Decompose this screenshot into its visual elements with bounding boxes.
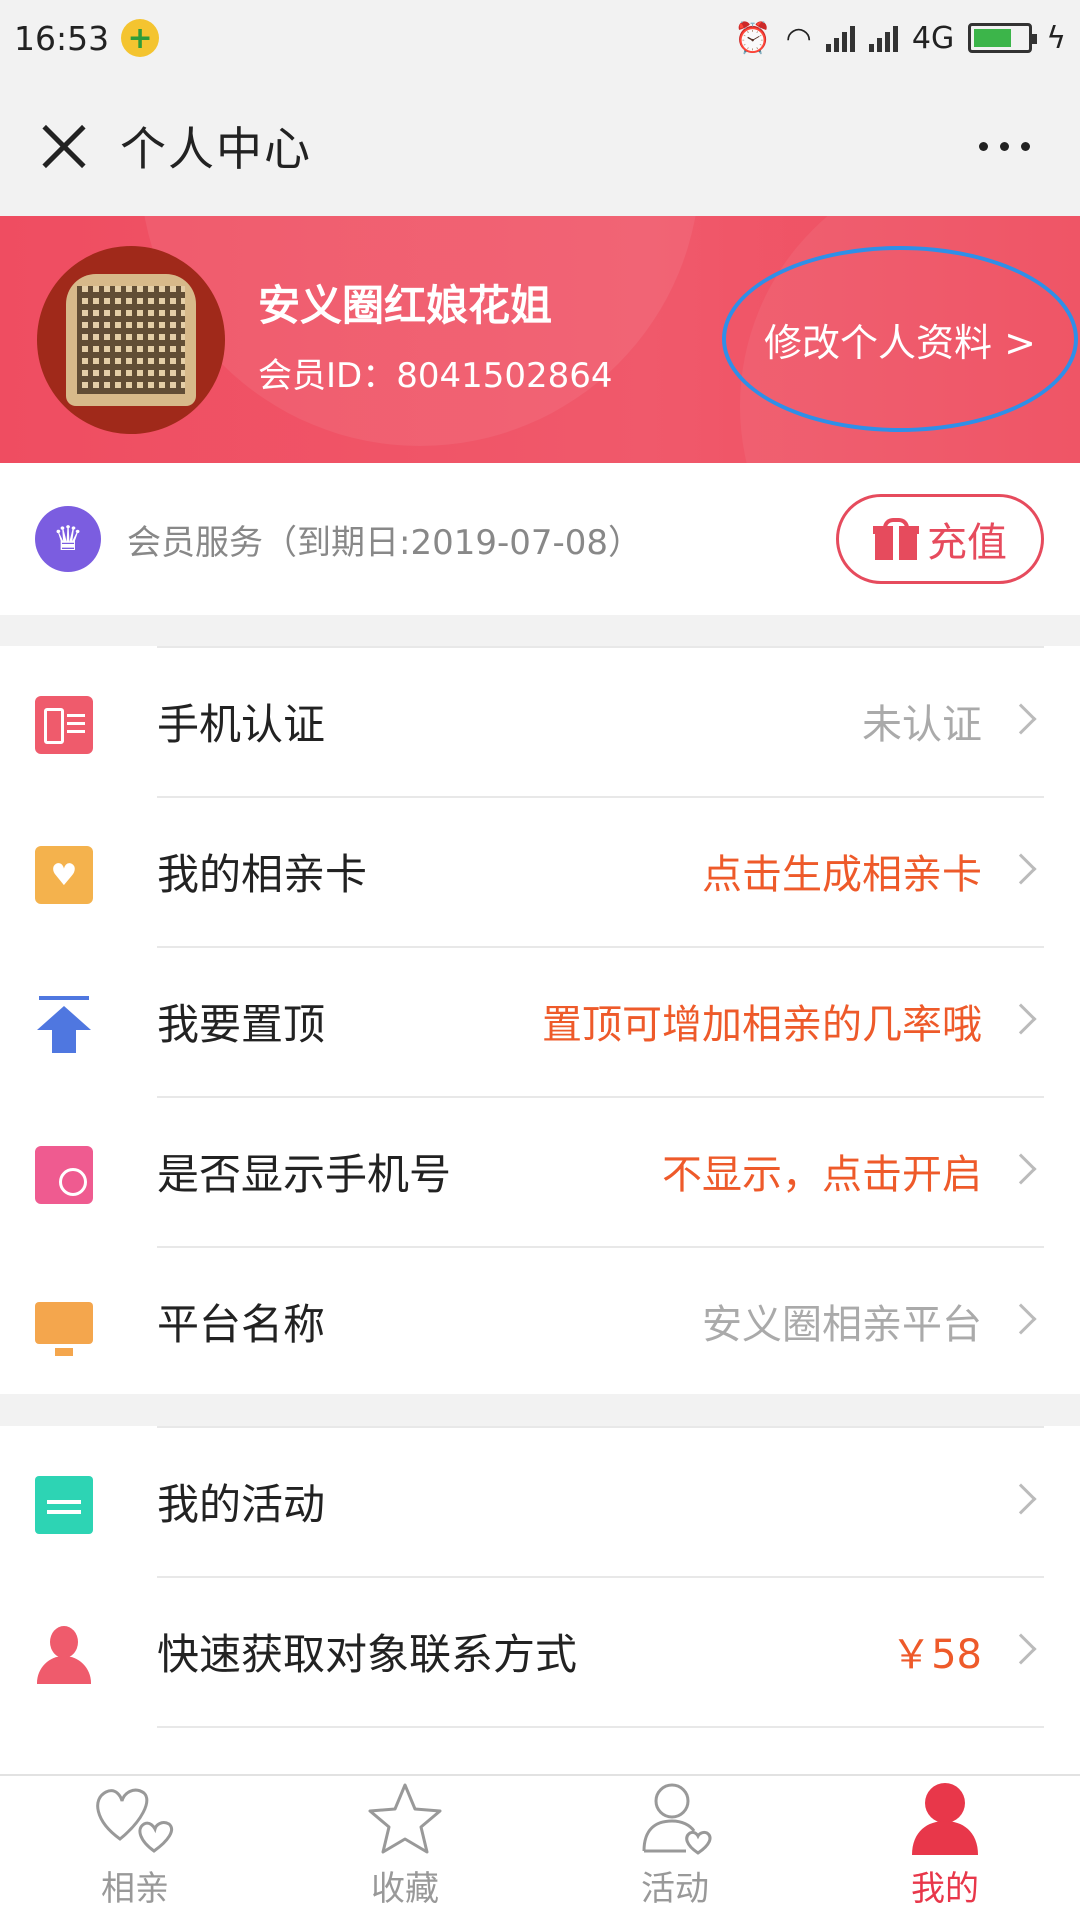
list-item-value: 点击生成相亲卡 bbox=[702, 852, 982, 898]
tab-dating[interactable]: 相亲 bbox=[0, 1776, 270, 1920]
hearts-icon bbox=[96, 1788, 174, 1853]
list-item-value: 置顶可增加相亲的几率哦 bbox=[542, 1002, 982, 1048]
calendar-icon bbox=[35, 1476, 93, 1534]
chevron-right-icon bbox=[1005, 1153, 1037, 1185]
charging-icon: ϟ bbox=[1046, 20, 1066, 56]
list-item-value: 不显示，点击开启 bbox=[662, 1152, 982, 1198]
list-item-label: 手机认证 bbox=[157, 699, 326, 749]
battery-icon bbox=[968, 23, 1038, 53]
pin-top-icon bbox=[35, 996, 93, 1054]
tab-activities[interactable]: 活动 bbox=[540, 1776, 810, 1920]
title-bar: 个人中心 bbox=[0, 76, 1080, 216]
status-time: 16:53 bbox=[14, 18, 110, 58]
list-item-label: 我要置顶 bbox=[157, 999, 326, 1049]
profile-header: 安义圈红娘花姐 会员ID：8041502864 修改个人资料 > bbox=[0, 216, 1080, 463]
tab-label: 活动 bbox=[641, 1869, 709, 1909]
user-heart-icon bbox=[642, 1783, 712, 1855]
list-item-show-phone[interactable]: 是否显示手机号 不显示，点击开启 bbox=[0, 1096, 1080, 1246]
notification-icon: + bbox=[121, 19, 160, 57]
person-icon bbox=[35, 1626, 93, 1684]
signal-icon bbox=[825, 24, 855, 52]
settings-list: 手机认证 未认证 ♥ 我的相亲卡 点击生成相亲卡 我要置顶 置顶可增加相亲的几率… bbox=[0, 646, 1080, 1394]
list-item-pin-top[interactable]: 我要置顶 置顶可增加相亲的几率哦 bbox=[0, 946, 1080, 1096]
membership-text: 会员服务（到期日:2019-07-08） bbox=[127, 522, 643, 563]
chevron-right-icon bbox=[1005, 703, 1037, 735]
edit-profile-button[interactable]: 修改个人资料 > bbox=[722, 246, 1078, 432]
edit-profile-label: 修改个人资料 > bbox=[764, 320, 1036, 365]
list-item-value: 未认证 bbox=[862, 702, 982, 748]
gift-icon bbox=[873, 518, 919, 560]
tab-favorites[interactable]: 收藏 bbox=[270, 1776, 540, 1920]
list-item-value: ￥58 bbox=[891, 1632, 982, 1678]
chevron-right-icon bbox=[1005, 1003, 1037, 1035]
list-item-my-activities[interactable]: 我的活动 bbox=[0, 1426, 1080, 1576]
chevron-right-icon bbox=[1005, 1303, 1037, 1335]
certificate-icon bbox=[35, 1302, 93, 1356]
member-id: 会员ID：8041502864 bbox=[258, 356, 613, 396]
list-item-label: 平台名称 bbox=[157, 1299, 326, 1349]
phone-card-icon bbox=[35, 696, 93, 754]
close-icon[interactable] bbox=[20, 96, 120, 196]
membership-row[interactable]: ♛ 会员服务（到期日:2019-07-08） 充值 bbox=[0, 463, 1080, 615]
network-type: 4G bbox=[911, 20, 955, 56]
tab-label: 收藏 bbox=[371, 1869, 439, 1909]
chevron-right-icon bbox=[1005, 853, 1037, 885]
tab-label: 我的 bbox=[911, 1869, 979, 1909]
avatar-image bbox=[66, 274, 196, 406]
recharge-label: 充值 bbox=[927, 520, 1007, 566]
page-title: 个人中心 bbox=[120, 122, 312, 176]
avatar[interactable] bbox=[37, 246, 225, 434]
list-item-value: 安义圈相亲平台 bbox=[702, 1302, 982, 1348]
list-item-platform-name[interactable]: 平台名称 安义圈相亲平台 bbox=[0, 1246, 1080, 1396]
wifi-icon: ◠ bbox=[785, 20, 812, 56]
list-item-label: 快速获取对象联系方式 bbox=[157, 1629, 578, 1679]
list-item-phone-verify[interactable]: 手机认证 未认证 bbox=[0, 646, 1080, 796]
alarm-icon: ⏰ bbox=[734, 20, 772, 56]
list-item-label: 我的活动 bbox=[157, 1479, 326, 1529]
list-item-dating-card[interactable]: ♥ 我的相亲卡 点击生成相亲卡 bbox=[0, 796, 1080, 946]
heart-card-icon: ♥ bbox=[35, 846, 93, 904]
more-icon[interactable] bbox=[979, 141, 1030, 151]
tab-label: 相亲 bbox=[101, 1869, 169, 1909]
status-bar: 16:53 + ⏰ ◠ 4G ϟ bbox=[0, 0, 1080, 76]
list-item-quick-contact[interactable]: 快速获取对象联系方式 ￥58 bbox=[0, 1576, 1080, 1726]
list-item-label: 是否显示手机号 bbox=[157, 1149, 452, 1199]
user-name: 安义圈红娘花姐 bbox=[258, 281, 553, 330]
bottom-nav: 相亲 收藏 活动 我的 bbox=[0, 1774, 1080, 1920]
chevron-right-icon bbox=[1005, 1483, 1037, 1515]
recharge-button[interactable]: 充值 bbox=[836, 494, 1044, 584]
list-item-label: 我的相亲卡 bbox=[157, 849, 368, 899]
tab-me[interactable]: 我的 bbox=[810, 1776, 1080, 1920]
crown-icon: ♛ bbox=[35, 506, 101, 572]
star-icon bbox=[368, 1783, 442, 1854]
signal-icon-2 bbox=[868, 24, 898, 52]
status-icons: ⏰ ◠ 4G ϟ bbox=[734, 21, 1066, 56]
phone-check-icon bbox=[35, 1146, 93, 1204]
list-item-divider bbox=[0, 1726, 1080, 1776]
me-icon bbox=[912, 1783, 978, 1855]
activity-list: 我的活动 快速获取对象联系方式 ￥58 bbox=[0, 1426, 1080, 1776]
chevron-right-icon bbox=[1005, 1633, 1037, 1665]
